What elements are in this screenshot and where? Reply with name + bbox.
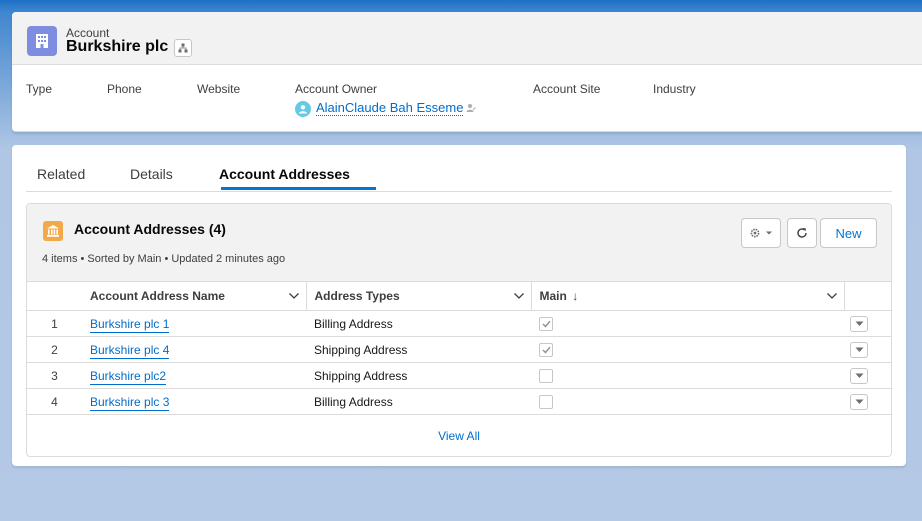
address-name-link[interactable]: Burkshire plc2 (90, 368, 167, 385)
tabs-card: Related Details Account Addresses Accoun… (12, 145, 906, 466)
related-list-title: Account Addresses (4) (74, 221, 226, 237)
chevron-down-icon[interactable] (826, 292, 838, 300)
chevron-down-icon[interactable] (513, 292, 525, 300)
addresses-table: Account Address Name Address Types Main … (27, 281, 891, 415)
check-icon (541, 346, 551, 354)
account-addresses-related-list: Account Addresses (4) 4 items • Sorted b… (26, 203, 892, 457)
column-header-name-label: Account Address Name (90, 288, 225, 303)
row-actions-button[interactable] (850, 315, 868, 332)
actions-column-header (844, 281, 891, 311)
main-cell (531, 336, 844, 363)
bank-building-icon (43, 221, 63, 241)
row-actions-cell (844, 362, 891, 389)
row-number: 4 (27, 388, 82, 415)
record-header-top: Account Burkshire plc (12, 12, 922, 65)
related-list-header: Account Addresses (4) 4 items • Sorted b… (27, 204, 891, 282)
tab-bar: Related Details Account Addresses (26, 159, 892, 192)
row-number: 1 (27, 310, 82, 337)
row-actions-cell (844, 388, 891, 415)
row-actions-button[interactable] (850, 367, 868, 384)
field-owner-label: Account Owner (295, 82, 378, 96)
column-header-main[interactable]: Main ↓ (531, 281, 845, 311)
address-name-link[interactable]: Burkshire plc 1 (90, 316, 170, 333)
row-actions-button[interactable] (850, 393, 868, 410)
record-header: Account Burkshire plc Type Phone Website… (12, 12, 922, 132)
row-number: 2 (27, 336, 82, 363)
column-header-main-label: Main (539, 288, 567, 303)
field-site-label: Account Site (533, 82, 601, 96)
view-all-link[interactable]: View All (27, 429, 891, 443)
name-cell: Burkshire plc2 (82, 362, 306, 389)
address-type-cell: Shipping Address (306, 362, 531, 389)
chevron-down-icon (855, 373, 863, 378)
refresh-button[interactable] (787, 218, 817, 248)
table-row: 2 Burkshire plc 4 Shipping Address (27, 336, 891, 363)
change-owner-icon[interactable] (465, 101, 477, 119)
name-cell: Burkshire plc 4 (82, 336, 306, 363)
chevron-down-icon (766, 231, 772, 235)
main-checkbox (539, 316, 553, 331)
table-header-row: Account Address Name Address Types Main … (27, 281, 891, 311)
address-type-cell: Billing Address (306, 310, 531, 337)
main-cell (531, 310, 844, 337)
view-hierarchy-button[interactable] (174, 39, 192, 57)
address-type-cell: Billing Address (306, 388, 531, 415)
name-cell: Burkshire plc 3 (82, 388, 306, 415)
column-header-address-types-label: Address Types (314, 288, 400, 303)
list-settings-button[interactable] (741, 218, 781, 248)
tab-details[interactable]: Details (130, 166, 173, 182)
row-actions-button[interactable] (850, 341, 868, 358)
account-building-icon (27, 26, 57, 56)
user-avatar-icon (295, 100, 311, 117)
tab-related[interactable]: Related (37, 166, 85, 182)
chevron-down-icon (855, 347, 863, 352)
field-website-label: Website (197, 82, 241, 96)
refresh-icon (797, 228, 807, 238)
address-name-link[interactable]: Burkshire plc 3 (90, 394, 170, 411)
hierarchy-icon (178, 43, 188, 53)
account-owner: AlainClaude Bah Esseme (295, 98, 477, 119)
address-name-link[interactable]: Burkshire plc 4 (90, 342, 170, 359)
field-industry-label: Industry (653, 82, 696, 96)
new-button[interactable]: New (820, 218, 877, 248)
field-type-label: Type (26, 82, 53, 96)
main-checkbox (539, 394, 553, 409)
check-icon (541, 320, 551, 328)
related-list-meta: 4 items • Sorted by Main • Updated 2 min… (42, 253, 286, 265)
main-cell (531, 362, 844, 389)
chevron-down-icon[interactable] (288, 292, 300, 300)
field-phone-label: Phone (107, 82, 142, 96)
owner-link[interactable]: AlainClaude Bah Esseme (316, 101, 464, 116)
main-checkbox (539, 342, 553, 357)
main-checkbox (539, 368, 553, 383)
table-row: 4 Burkshire plc 3 Billing Address (27, 388, 891, 415)
record-name: Burkshire plc (66, 38, 169, 55)
row-actions-cell (844, 336, 891, 363)
table-row: 1 Burkshire plc 1 Billing Address (27, 310, 891, 337)
row-number-header (27, 281, 82, 311)
gear-icon (750, 228, 760, 238)
sort-descending-icon: ↓ (572, 288, 579, 303)
active-tab-indicator (221, 187, 376, 190)
name-cell: Burkshire plc 1 (82, 310, 306, 337)
column-header-address-types[interactable]: Address Types (306, 281, 532, 311)
address-type-cell: Shipping Address (306, 336, 531, 363)
column-header-name[interactable]: Account Address Name (82, 281, 307, 311)
table-row: 3 Burkshire plc2 Shipping Address (27, 362, 891, 389)
chevron-down-icon (855, 399, 863, 404)
chevron-down-icon (855, 321, 863, 326)
row-number: 3 (27, 362, 82, 389)
row-actions-cell (844, 310, 891, 337)
main-cell (531, 388, 844, 415)
tab-account-addresses[interactable]: Account Addresses (219, 166, 350, 182)
